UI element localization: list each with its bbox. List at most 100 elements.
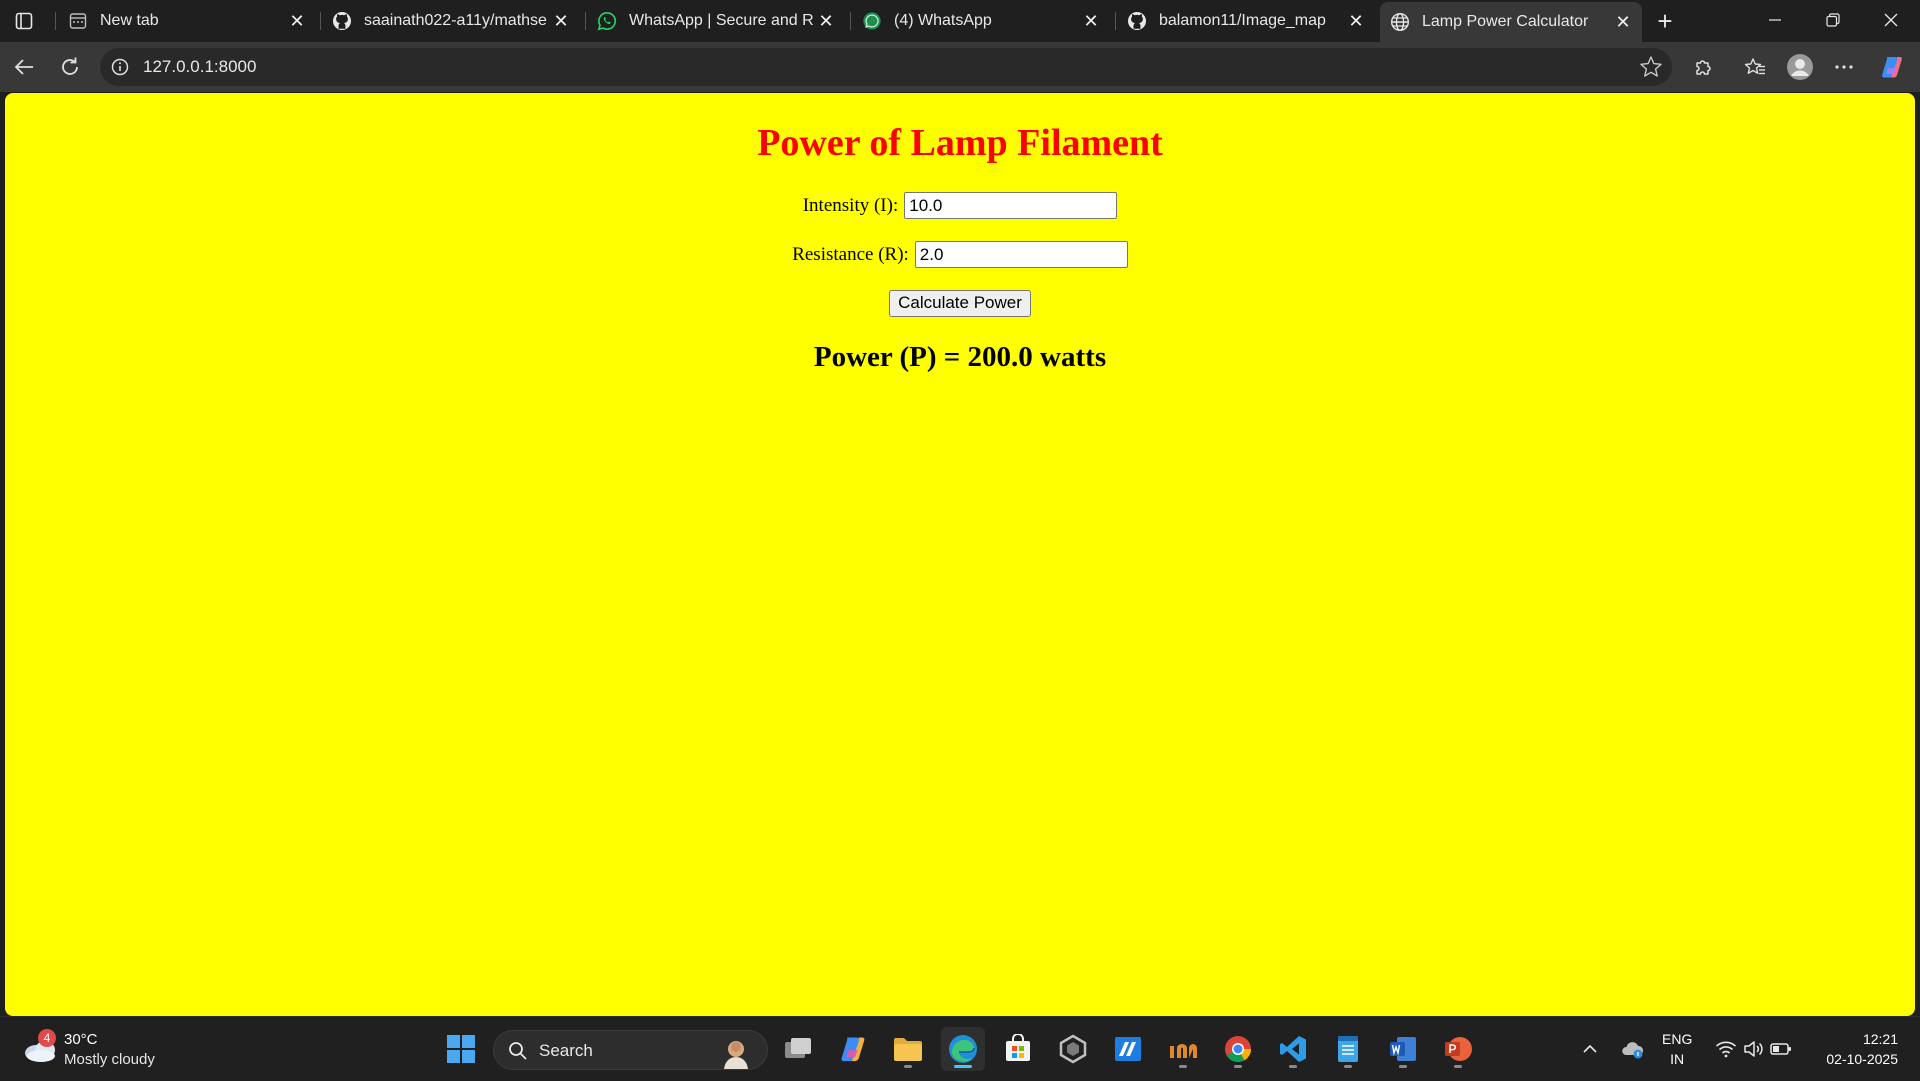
- weather-widget[interactable]: 4 30°C Mostly cloudy: [22, 1029, 222, 1071]
- search-highlight-icon: [724, 1041, 748, 1069]
- close-icon[interactable]: ✕: [284, 8, 310, 34]
- clock-date: 02-10-2025: [1826, 1051, 1898, 1067]
- tab-whatsapp[interactable]: (4) WhatsApp ✕: [852, 2, 1110, 40]
- site-info-icon[interactable]: [110, 57, 130, 77]
- taskbar-task-view[interactable]: [776, 1027, 820, 1071]
- hexagon-app-icon: [1059, 1034, 1087, 1064]
- more-dots-icon: [1835, 65, 1853, 69]
- tab-actions-icon: [15, 12, 33, 30]
- tab-lamp-power-calculator[interactable]: Lamp Power Calculator ✕: [1380, 2, 1642, 42]
- tab-separator: [55, 12, 56, 30]
- whatsapp-icon: [862, 11, 882, 31]
- refresh-icon: [62, 57, 78, 75]
- address-url[interactable]: 127.0.0.1:8000: [143, 57, 256, 77]
- resistance-row: Resistance (R):: [5, 230, 1915, 279]
- running-indicator: [1344, 1065, 1352, 1068]
- back-button[interactable]: [8, 51, 40, 83]
- close-icon[interactable]: ✕: [1078, 8, 1104, 34]
- clock[interactable]: 12:21 02-10-2025: [1812, 1017, 1898, 1081]
- tab-separator: [1115, 12, 1116, 30]
- language-region: IN: [1670, 1051, 1685, 1067]
- refresh-button[interactable]: [54, 51, 86, 83]
- close-icon[interactable]: ✕: [1610, 9, 1636, 35]
- tab-mathserver[interactable]: saainath022-a11y/mathserver ✕: [322, 2, 580, 40]
- tab-actions-button[interactable]: [10, 8, 38, 34]
- windows-logo-icon: [447, 1035, 475, 1063]
- taskbar-copilot[interactable]: [831, 1027, 875, 1071]
- close-icon[interactable]: ✕: [813, 8, 839, 34]
- search-icon: [509, 1042, 527, 1060]
- taskbar-powerpoint[interactable]: [1436, 1027, 1480, 1071]
- tab-title: New tab: [100, 12, 159, 29]
- running-indicator: [1179, 1065, 1187, 1068]
- taskbar-search[interactable]: Search: [493, 1030, 768, 1070]
- volume-icon: [1744, 1041, 1763, 1057]
- github-icon: [332, 11, 352, 31]
- close-window-icon: [1884, 13, 1898, 27]
- favorites-button[interactable]: [1739, 51, 1771, 83]
- tab-title: (4) WhatsApp: [894, 12, 992, 29]
- taskbar-word[interactable]: [1381, 1027, 1425, 1071]
- weather-temperature: 30°C: [64, 1031, 98, 1048]
- close-window-button[interactable]: [1862, 0, 1920, 40]
- new-tab-button[interactable]: +: [1650, 6, 1680, 36]
- chevron-up-icon: [1583, 1044, 1597, 1053]
- taskbar-app-orange[interactable]: [1161, 1027, 1205, 1071]
- word-icon: [1390, 1037, 1416, 1061]
- restore-button[interactable]: [1804, 0, 1862, 40]
- extensions-button[interactable]: [1688, 51, 1720, 83]
- minimize-button[interactable]: [1746, 0, 1804, 40]
- restore-icon: [1826, 13, 1840, 27]
- close-icon[interactable]: ✕: [548, 8, 574, 34]
- resistance-input[interactable]: [914, 241, 1128, 268]
- copilot-icon: [841, 1037, 865, 1062]
- minimize-icon: [1769, 19, 1781, 21]
- tray-overflow-button[interactable]: [1582, 1017, 1598, 1081]
- intensity-label: Intensity (I):: [802, 194, 899, 216]
- wifi-icon: [1715, 1041, 1737, 1058]
- page-title: Power of Lamp Filament: [757, 122, 1163, 164]
- browser-toolbar: 127.0.0.1:8000: [0, 42, 1920, 92]
- taskbar-file-explorer[interactable]: [886, 1027, 930, 1071]
- wave-app-icon: [1115, 1037, 1141, 1061]
- taskbar-notepad[interactable]: [1326, 1027, 1370, 1071]
- taskbar-store[interactable]: [996, 1027, 1040, 1071]
- language-text: ENG IN: [1662, 1029, 1692, 1069]
- tab-title: balamon11/Image_map: [1159, 12, 1326, 29]
- onedrive-status[interactable]: [1621, 1017, 1645, 1081]
- address-bar[interactable]: 127.0.0.1:8000: [100, 48, 1672, 86]
- language-code: ENG: [1662, 1031, 1693, 1047]
- tab-title: saainath022-a11y/mathserver: [364, 12, 548, 29]
- tab-strip: New tab ✕ saainath022-a11y/mathserver ✕ …: [0, 0, 1920, 42]
- vscode-icon: [1280, 1036, 1306, 1062]
- settings-more-button[interactable]: [1828, 51, 1860, 83]
- taskbar-vscode[interactable]: [1271, 1027, 1315, 1071]
- profile-button[interactable]: [1784, 51, 1816, 83]
- tab-image-map[interactable]: balamon11/Image_map ✕: [1117, 2, 1375, 40]
- copilot-button[interactable]: [1876, 51, 1908, 83]
- calculate-power-button[interactable]: Calculate Power: [889, 289, 1031, 317]
- language-indicator[interactable]: ENG IN: [1662, 1017, 1692, 1081]
- power-result: Power (P) = 200.0 watts: [813, 341, 1107, 373]
- profile-avatar-icon: [1787, 54, 1813, 80]
- battery-icon: [1770, 1043, 1791, 1055]
- start-button[interactable]: [439, 1027, 483, 1071]
- tab-separator: [850, 12, 851, 30]
- taskbar-chrome[interactable]: [1216, 1027, 1260, 1071]
- active-indicator: [954, 1065, 972, 1068]
- tab-whatsapp-web[interactable]: WhatsApp | Secure and Reliable ✕: [587, 2, 845, 40]
- store-icon: [1006, 1034, 1030, 1061]
- taskbar-app-blue[interactable]: [1106, 1027, 1150, 1071]
- whatsapp-icon: [597, 11, 617, 31]
- taskbar-app-hex[interactable]: [1051, 1027, 1095, 1071]
- close-icon[interactable]: ✕: [1343, 8, 1369, 34]
- notepad-icon: [1338, 1036, 1358, 1062]
- favorite-star-icon[interactable]: [1638, 54, 1664, 80]
- edge-browser-icon: [949, 1035, 977, 1063]
- quick-settings[interactable]: [1715, 1017, 1793, 1081]
- intensity-input[interactable]: [904, 192, 1118, 219]
- intensity-row: Intensity (I):: [5, 181, 1915, 230]
- taskbar-edge[interactable]: [941, 1027, 985, 1071]
- orange-app-icon: [1170, 1044, 1197, 1058]
- tab-new-tab[interactable]: New tab ✕: [58, 2, 316, 40]
